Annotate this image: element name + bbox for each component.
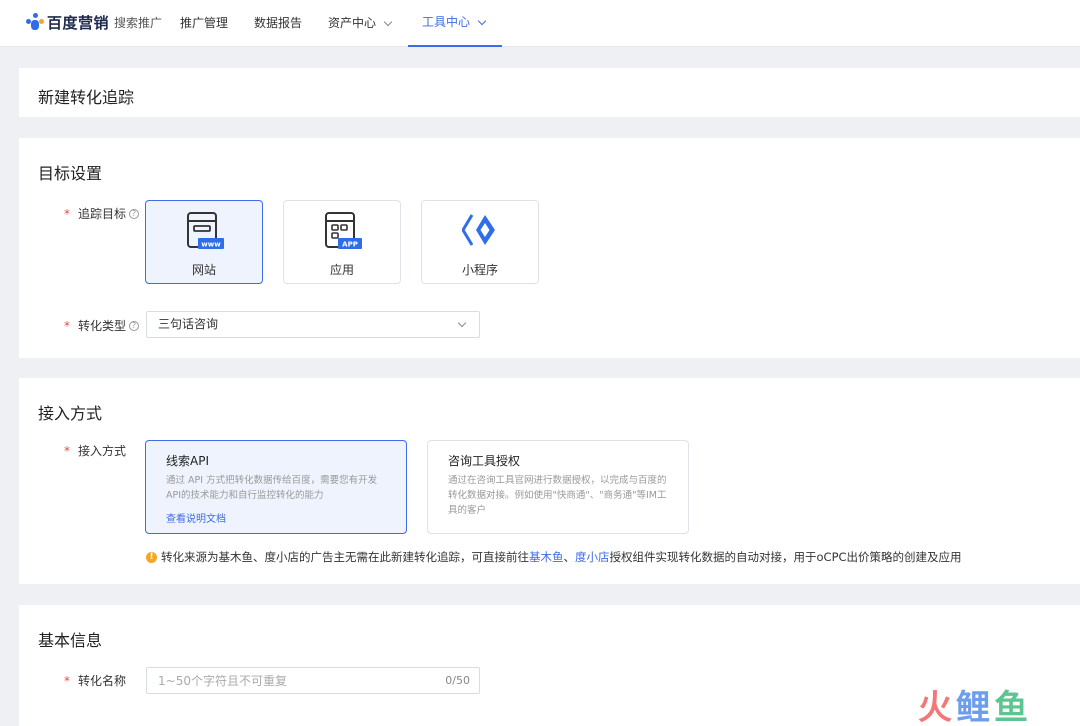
conversion-type-select[interactable]: 三句话咨询 xyxy=(146,311,480,338)
nav-label: 数据报告 xyxy=(254,16,303,30)
method-desc: 通过 API 方式把转化数据传给百度，需要您有开发API的技术能力和自行监控转化… xyxy=(166,475,378,501)
jimuyu-link[interactable]: 基木鱼 xyxy=(529,549,564,565)
watermark-logo: 火鲤鱼 xyxy=(918,688,1032,726)
select-value: 三句话咨询 xyxy=(158,317,219,331)
nav-label: 工具中心 xyxy=(422,15,471,29)
label-text: 追踪目标 xyxy=(78,207,127,221)
page-title-card: 新建转化追踪 xyxy=(19,68,1080,117)
conversion-name-label: * 转化名称 xyxy=(64,672,126,689)
nav-label: 推广管理 xyxy=(180,16,229,30)
nav-promotion[interactable]: 推广管理 xyxy=(180,0,228,47)
chevron-down-icon xyxy=(383,17,393,26)
conversion-type-label: * 转化类型? xyxy=(64,317,140,334)
target-label: 网站 xyxy=(191,263,216,277)
chevron-down-icon xyxy=(477,16,487,25)
chevron-down-icon xyxy=(457,318,467,328)
required-mark: * xyxy=(64,443,70,458)
required-mark: * xyxy=(64,318,70,333)
method-title: 线索API xyxy=(166,454,209,468)
section-title: 目标设置 xyxy=(38,164,103,183)
help-icon[interactable]: ? xyxy=(129,208,140,219)
access-method-label: * 接入方式 xyxy=(64,442,126,459)
method-title: 咨询工具授权 xyxy=(448,454,521,468)
method-consult-tool[interactable]: 咨询工具授权 通过在咨询工具官网进行数据授权，以完成与百度的转化数据对接。例如使… xyxy=(427,440,689,534)
target-label: 应用 xyxy=(329,263,354,277)
nav-label: 资产中心 xyxy=(328,16,377,30)
section-title: 基本信息 xyxy=(38,631,103,650)
conversion-name-field[interactable]: 0/50 xyxy=(146,667,480,694)
conversion-name-input[interactable] xyxy=(147,668,427,693)
required-mark: * xyxy=(64,673,70,688)
svg-text:www: www xyxy=(201,241,221,249)
duxiaodian-link[interactable]: 度小店 xyxy=(575,549,610,565)
track-target-label: * 追踪目标? xyxy=(64,205,140,222)
notice: ! 转化来源为基木鱼、度小店的广告主无需在此新建转化追踪，可直接前往 基木鱼、度小… xyxy=(146,549,962,565)
method-desc: 通过在咨询工具官网进行数据授权，以完成与百度的转化数据对接。例如使用"快商通"、… xyxy=(448,475,667,516)
website-icon: www xyxy=(187,212,224,249)
nav-tools[interactable]: 工具中心 xyxy=(408,0,502,47)
nav-assets[interactable]: 资产中心 xyxy=(328,0,393,47)
top-nav: 百度营销 搜索推广 推广管理 数据报告 资产中心 工具中心 xyxy=(0,0,1080,47)
logo[interactable]: 百度营销 搜索推广 xyxy=(26,12,162,32)
method-lead-api[interactable]: 线索API 通过 API 方式把转化数据传给百度，需要您有开发API的技术能力和… xyxy=(145,440,407,534)
target-website[interactable]: www 网站 xyxy=(145,200,263,284)
docs-link[interactable]: 查看说明文档 xyxy=(166,510,226,525)
page-title: 新建转化追踪 xyxy=(38,88,135,107)
svg-text:APP: APP xyxy=(342,241,358,249)
notice-text: 转化来源为基木鱼、度小店的广告主无需在此新建转化追踪，可直接前往 xyxy=(161,550,529,564)
label-text: 转化类型 xyxy=(78,319,127,333)
target-mini-program[interactable]: 小程序 xyxy=(421,200,539,284)
notice-text: 授权组件实现转化数据的自动对接，用于oCPC出价策略的创建及应用 xyxy=(609,550,962,564)
target-app[interactable]: APP 应用 xyxy=(283,200,401,284)
help-icon[interactable]: ? xyxy=(129,320,140,331)
label-text: 转化名称 xyxy=(78,674,127,688)
baidu-logo-icon xyxy=(26,13,44,31)
target-label: 小程序 xyxy=(461,263,498,277)
app-icon: APP xyxy=(325,212,362,249)
required-mark: * xyxy=(64,206,70,221)
notice-sep: 、 xyxy=(563,550,576,564)
warning-icon: ! xyxy=(146,551,157,563)
section-title: 接入方式 xyxy=(38,404,103,423)
brand-name: 百度营销 xyxy=(47,13,110,32)
nav-reports[interactable]: 数据报告 xyxy=(254,0,302,47)
char-count: 0/50 xyxy=(445,674,470,687)
label-text: 接入方式 xyxy=(78,444,127,458)
mini-program-icon xyxy=(462,214,495,246)
product-name: 搜索推广 xyxy=(114,15,163,30)
